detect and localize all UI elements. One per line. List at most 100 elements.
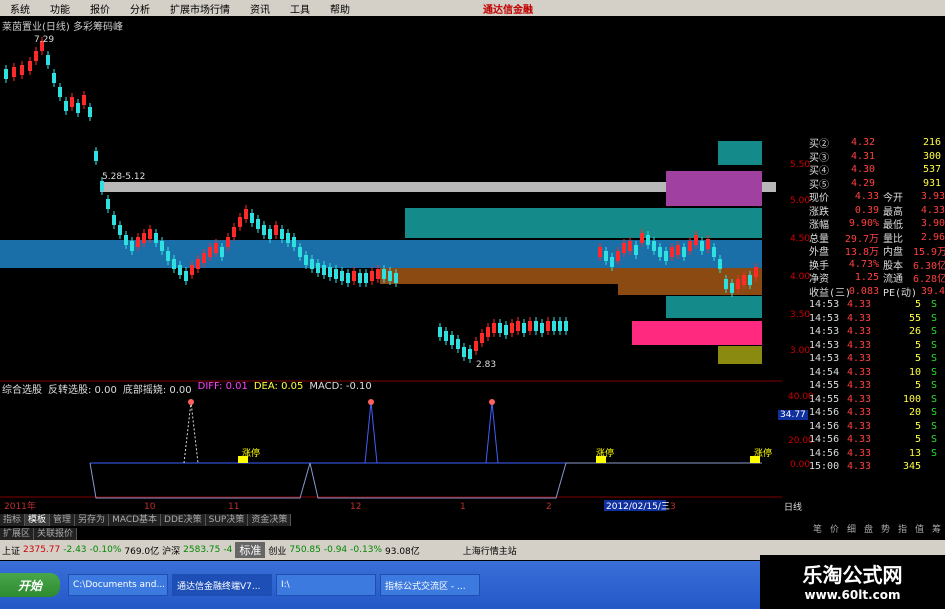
ind-strip-3: DIFF: 0.01 <box>197 381 248 392</box>
ind-strip-4: DEA: 0.05 <box>253 381 304 392</box>
quote-panel: 买② 4.32 216 买③ 4.31 300 买④ 4.30 537 买⑤ 4.29 931 现价 4… <box>809 136 945 522</box>
tick-row: 14:56 4.33 5 S <box>809 420 937 432</box>
low-annotation: 2.83 <box>476 360 496 370</box>
kline-chart[interactable]: 7.29 5.28-5.12 2.83 涨停 涨停 涨停 2011年 10 11… <box>0 16 782 516</box>
server-label: 上海行情主站 <box>462 546 517 557</box>
stat-row: 净资 1.25 流通 6.28亿 <box>809 272 945 286</box>
ind-label-1: 涨停 <box>242 447 260 459</box>
price-tick-5: 3.00 <box>790 346 811 356</box>
ind-arrow3 <box>489 399 495 405</box>
tick-row: 14:53 4.33 5 S <box>809 339 937 351</box>
hs-change: -4 <box>223 545 233 555</box>
indicator-strip: 综合选股 反转选股: 0.00 底部摇娆: 0.00 DIFF: 0.01 DE… <box>0 381 782 396</box>
range-annotation: 5.28-5.12 <box>102 172 145 182</box>
task-3[interactable]: 指标公式交流区 - ... <box>380 574 480 596</box>
menu-quote[interactable]: 报价 <box>80 1 120 16</box>
tick-row: 14:56 4.33 5 S <box>809 434 937 446</box>
tick-row: 14:53 4.33 55 S <box>809 312 937 324</box>
ind-line <box>89 462 762 499</box>
stat-row: 涨幅 9.90% 最低 3.90 <box>809 218 945 232</box>
stat-row: 涨跌 0.39 最高 4.33 <box>809 204 945 218</box>
price-tick-2: 4.50 <box>790 234 811 244</box>
bottom-tabs: 指标 模板 管理 另存为 MACD基本 DDE决策 SUP决策 资金决策 <box>0 514 292 526</box>
menu-news[interactable]: 资讯 <box>240 1 280 16</box>
tab-indicator[interactable]: 指标 <box>0 514 26 526</box>
tab-sup[interactable]: SUP决策 <box>205 514 249 526</box>
stat-row: 现价 4.33 今开 3.93 <box>809 191 945 205</box>
chip-band-olive <box>718 346 762 364</box>
tab-macd[interactable]: MACD基本 <box>109 514 162 526</box>
rtab-0[interactable]: 笔 <box>809 522 826 536</box>
tab-related-quote[interactable]: 关联报价 <box>34 528 78 540</box>
sh-label: 上证 <box>2 546 21 557</box>
bid-row: 买② 4.32 216 <box>809 137 941 151</box>
tick-row: 14:54 4.33 10 S <box>809 366 937 378</box>
sh-amount: 769.0亿 <box>124 546 160 557</box>
task-0[interactable]: C:\Documents and... <box>68 574 168 596</box>
stat-row: 收益(三) 0.083 PE(动) 39.4 <box>809 285 945 299</box>
ind-strip-5: MACD: -0.10 <box>309 381 372 392</box>
tick-row: 14:53 4.33 5 S <box>809 353 937 365</box>
tab-save-as[interactable]: 另存为 <box>75 514 110 526</box>
menu-help[interactable]: 帮助 <box>320 1 360 16</box>
x-label-0: 2011年 <box>4 500 36 512</box>
tick-row: 15:00 4.33 345 <box>809 461 921 473</box>
x-label-3: 12 <box>350 502 361 512</box>
chip-band-brown2 <box>618 281 762 295</box>
x-label-6: 2012/02/15/三 <box>606 502 670 512</box>
tab-fund[interactable]: 资金决策 <box>248 514 292 526</box>
ind-spike2 <box>364 401 378 464</box>
chip-band-teal <box>405 208 762 238</box>
x-label-4: 1 <box>460 502 466 512</box>
tab-ext-area[interactable]: 扩展区 <box>0 528 35 540</box>
cy-pct: -0.13% <box>350 545 383 555</box>
rtab-4[interactable]: 势 <box>877 522 894 536</box>
ind-value-badge: 34.77 <box>778 410 808 420</box>
rtab-5[interactable]: 指 <box>894 522 911 536</box>
watermark-line1: 乐淘公式网 <box>802 563 903 587</box>
bid-row: 买③ 4.31 300 <box>809 150 941 164</box>
std-button[interactable]: 标准 <box>235 542 266 558</box>
menu-function[interactable]: 功能 <box>40 1 80 16</box>
chip-band-pink <box>632 321 762 345</box>
menu-analysis[interactable]: 分析 <box>120 1 160 16</box>
cy-change: -0.94 <box>323 545 348 555</box>
period-label: 日线 <box>784 503 803 513</box>
rtab-7[interactable]: 筹 <box>928 522 945 536</box>
task-1[interactable]: 通达信金融终端V7... <box>172 574 272 596</box>
rtab-1[interactable]: 价 <box>826 522 843 536</box>
tick-row: 14:55 4.33 5 S <box>809 380 937 392</box>
price-tick-4: 3.50 <box>790 310 811 320</box>
menu-system[interactable]: 系统 <box>0 1 40 16</box>
menu-ext-market[interactable]: 扩展市场行情 <box>160 1 240 16</box>
ind-strip-0: 综合选股 <box>2 385 42 396</box>
price-tick-3: 4.00 <box>790 272 811 282</box>
rtab-3[interactable]: 盘 <box>860 522 877 536</box>
menu-tools[interactable]: 工具 <box>280 1 320 16</box>
tick-row: 14:56 4.33 20 S <box>809 407 937 419</box>
x-label-7: 3 <box>670 502 676 512</box>
rtab-6[interactable]: 值 <box>911 522 928 536</box>
menu-bar: 系统 功能 报价 分析 扩展市场行情 资讯 工具 帮助 <box>0 0 945 16</box>
start-button[interactable]: 开始 <box>0 573 60 597</box>
tab-dde[interactable]: DDE决策 <box>161 514 206 526</box>
tab-manage[interactable]: 管理 <box>50 514 76 526</box>
price-tick-0: 5.50 <box>790 160 811 170</box>
watermark-line2: www.60lt.com <box>804 588 901 602</box>
taskbar: 开始 C:\Documents and... 通达信金融终端V7... I:\ … <box>0 561 760 609</box>
tick-row: 14:56 4.33 13 S <box>809 447 937 459</box>
hs-value: 2583.75 <box>183 545 221 555</box>
stat-row: 总量 29.7万 量比 2.96 <box>809 231 945 245</box>
ind-strip-1: 反转选股: 0.00 <box>48 385 117 396</box>
stat-row: 外盘 13.8万 内盘 15.9万 <box>809 247 945 259</box>
task-2[interactable]: I:\ <box>276 574 376 596</box>
tick-row: 14:55 4.33 100 S <box>809 393 937 405</box>
price-tick-1: 5.00 <box>790 196 811 206</box>
rtab-2[interactable]: 细 <box>843 522 860 536</box>
sh-pct: -0.10% <box>89 545 122 555</box>
watermark: 乐淘公式网 www.60lt.com <box>760 555 945 609</box>
tab-template[interactable]: 模板 <box>25 514 51 526</box>
tick-row: 14:53 4.33 5 S <box>809 299 937 311</box>
chip-band-teal2 <box>666 296 762 318</box>
bottom-tabs-2: 扩展区 关联报价 <box>0 528 78 540</box>
